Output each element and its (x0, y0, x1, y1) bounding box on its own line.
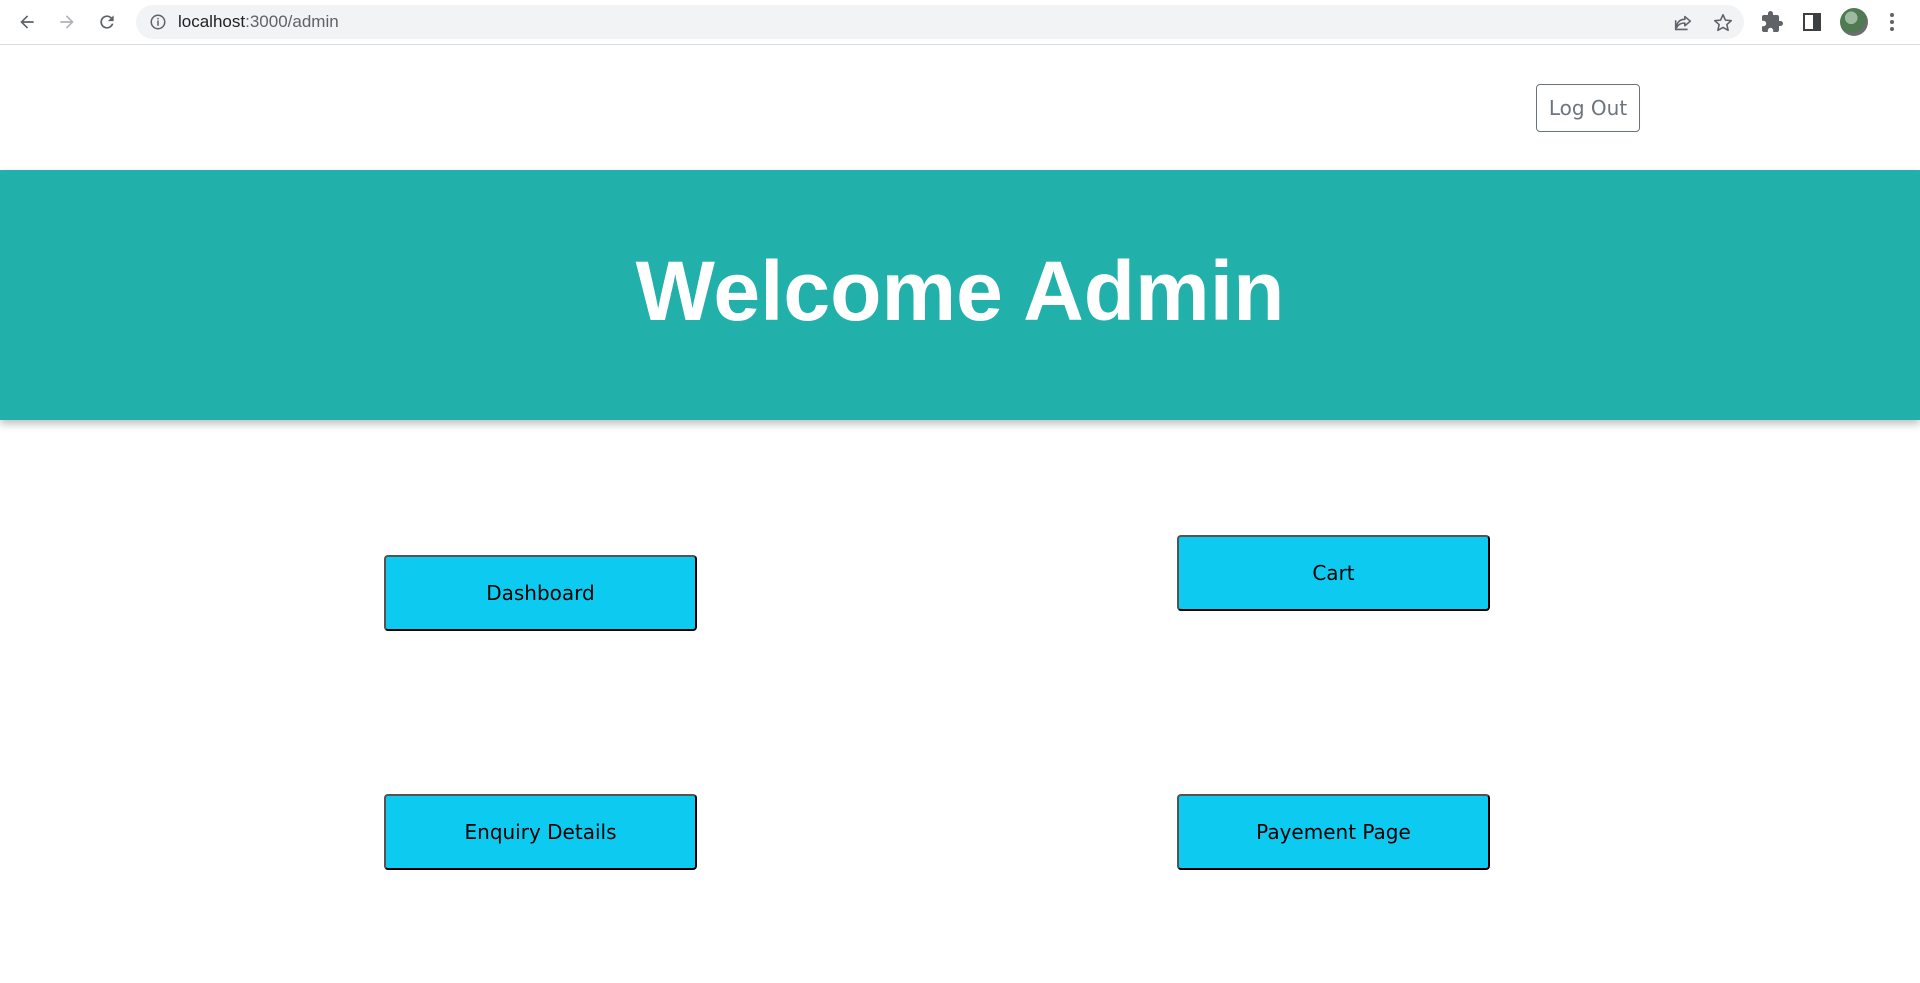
cart-button[interactable]: Cart (1177, 535, 1490, 611)
reload-button[interactable] (92, 7, 122, 37)
url-path: :3000/admin (245, 12, 339, 31)
forward-button[interactable] (52, 7, 82, 37)
back-button[interactable] (12, 7, 42, 37)
forward-arrow-icon (60, 15, 74, 29)
extensions-icon[interactable] (1760, 10, 1784, 34)
reload-icon (100, 15, 114, 29)
address-bar[interactable]: localhost:3000/admin (136, 5, 1744, 39)
back-arrow-icon (20, 15, 34, 29)
enquiry-details-button[interactable]: Enquiry Details (384, 794, 697, 870)
welcome-banner: Welcome Admin (0, 170, 1920, 420)
payment-page-button[interactable]: Payement Page (1177, 794, 1490, 870)
star-icon[interactable] (1712, 12, 1734, 34)
share-icon[interactable] (1672, 12, 1694, 34)
menu-dots-icon[interactable] (1880, 10, 1904, 34)
url-text: localhost:3000/admin (178, 5, 339, 39)
dashboard-button[interactable]: Dashboard (384, 555, 697, 631)
info-icon[interactable] (149, 13, 167, 31)
page-title: Welcome Admin (635, 243, 1285, 338)
side-panel-icon[interactable] (1800, 10, 1824, 34)
profile-avatar[interactable] (1840, 8, 1868, 36)
browser-toolbar: localhost:3000/admin (0, 0, 1920, 45)
logout-button[interactable]: Log Out (1536, 84, 1640, 132)
url-host: localhost (178, 12, 246, 31)
